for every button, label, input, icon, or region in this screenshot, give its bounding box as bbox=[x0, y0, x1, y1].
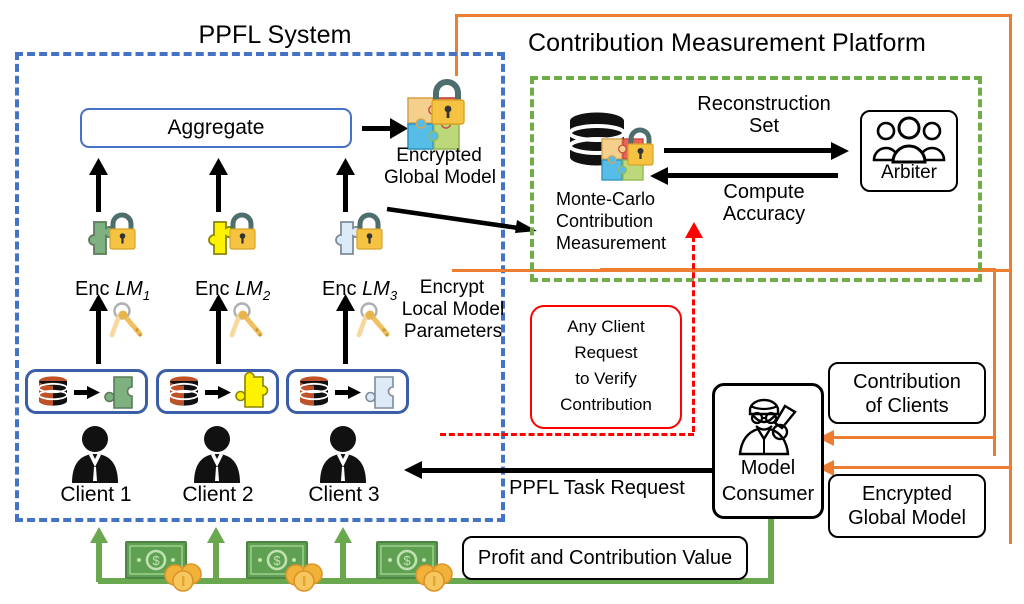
diagram-canvas: $ $ $ PPFL System Aggregate Encrypted Gl… bbox=[0, 0, 1024, 604]
puzzle-piece-icon-client-3 bbox=[365, 376, 394, 409]
key-icon-2 bbox=[229, 302, 263, 338]
enc-lm-2-model: LM bbox=[235, 278, 263, 300]
key-icon-3 bbox=[356, 302, 390, 338]
verify-request-line-4: Contribution bbox=[560, 395, 652, 414]
enc-lm-3-model: LM bbox=[362, 278, 390, 300]
client-1-label: Client 1 bbox=[60, 483, 132, 506]
compute-accuracy-label-line1: Compute bbox=[723, 181, 805, 203]
green-money-riser-3 bbox=[340, 540, 346, 582]
mcm-label-line1: Monte-Carlo bbox=[556, 189, 656, 209]
client2-to-enclm-arrowhead bbox=[209, 294, 228, 311]
green-arrowhead-2 bbox=[207, 527, 225, 543]
platform-title: Contribution Measurement Platform bbox=[528, 29, 926, 57]
enc-lm-1-model: LM bbox=[115, 278, 143, 300]
arbiter-label: Arbiter bbox=[881, 162, 937, 183]
encrypt-note-line3: Parameters bbox=[403, 321, 503, 342]
person-icon-client-1 bbox=[72, 426, 118, 483]
arrow-icon-client-2 bbox=[205, 386, 231, 399]
client1-to-enclm-arrowhead bbox=[89, 294, 108, 311]
encm2-to-aggregate-arrowhead bbox=[209, 158, 228, 175]
encrypted-global-model-box-line1: Encrypted bbox=[861, 483, 953, 505]
reconstruction-set-arrowhead bbox=[831, 142, 849, 160]
coins-icon-3 bbox=[415, 563, 453, 592]
database-icon-client-3 bbox=[299, 376, 329, 406]
ppfl-system-title: PPFL System bbox=[198, 21, 352, 49]
person-icon-client-2 bbox=[194, 426, 240, 483]
red-verify-arrowhead bbox=[685, 222, 703, 238]
puzzle-piece-icon-client-2 bbox=[235, 371, 269, 408]
mcm-label-line3: Measurement bbox=[556, 233, 667, 253]
lock-icon-mcm bbox=[627, 127, 654, 166]
encm2-to-aggregate-line bbox=[216, 172, 221, 212]
encm3-to-aggregate-arrowhead bbox=[336, 158, 355, 175]
database-icon-client-1 bbox=[38, 376, 68, 406]
enc-lm-2-index: 2 bbox=[262, 288, 271, 303]
profit-contribution-value-label: Profit and Contribution Value bbox=[477, 546, 733, 569]
orange-loop-inner-vertical bbox=[993, 268, 996, 456]
encrypt-note-line1: Encrypt bbox=[419, 277, 485, 298]
client3-to-enclm-arrowhead bbox=[336, 294, 355, 311]
green-money-riser-2 bbox=[213, 540, 219, 582]
orange-arrow-contribution-line bbox=[828, 436, 996, 439]
contribution-of-clients-line1: Contribution bbox=[853, 371, 961, 393]
encrypt-note-line2: Local Model bbox=[401, 299, 505, 320]
coins-icon-1 bbox=[164, 563, 202, 592]
green-arrowhead-1 bbox=[90, 527, 108, 543]
client1-to-enclm-line bbox=[96, 308, 101, 364]
svg-text:$: $ bbox=[403, 553, 411, 568]
model-consumer-label-line2: Consumer bbox=[721, 483, 815, 505]
red-verify-horizontal-line bbox=[440, 433, 694, 436]
encm3-to-aggregate-line bbox=[343, 172, 348, 212]
svg-text:$: $ bbox=[273, 553, 281, 568]
ppfl-task-request-label: PPFL Task Request bbox=[509, 477, 685, 499]
aggregate-box[interactable]: Aggregate bbox=[80, 108, 352, 148]
lock-icon-enc-lm-1 bbox=[109, 212, 136, 250]
puzzle-piece-icon-client-1 bbox=[104, 376, 133, 409]
scientist-icon bbox=[738, 398, 797, 456]
encm1-to-aggregate-arrowhead bbox=[89, 158, 108, 175]
key-icon-1 bbox=[109, 302, 143, 338]
client3-to-enclm-line bbox=[343, 308, 348, 364]
encm1-to-aggregate-line bbox=[96, 172, 101, 212]
orange-arrow-globalmodel-line bbox=[828, 466, 1012, 469]
green-arrowhead-3 bbox=[334, 527, 352, 543]
lock-icon-enc-lm-2 bbox=[229, 212, 256, 250]
arrow-icon-client-1 bbox=[74, 386, 100, 399]
verify-request-line-1: Any Client bbox=[567, 317, 645, 336]
client-3-label: Client 3 bbox=[308, 483, 380, 506]
database-icon-client-2 bbox=[169, 376, 199, 406]
compute-accuracy-arrow-line bbox=[666, 173, 838, 178]
contribution-of-clients-line2: of Clients bbox=[865, 395, 949, 417]
client-2-label: Client 2 bbox=[182, 483, 254, 506]
enc-lm-1-index: 1 bbox=[142, 288, 151, 303]
mcm-label-line2: Contribution bbox=[556, 211, 654, 231]
reconstruction-set-label-line1: Reconstruction bbox=[697, 93, 831, 115]
reconstruction-set-label-line2: Set bbox=[748, 115, 780, 137]
verify-request-line-3: to Verify bbox=[575, 369, 637, 388]
ppfl-task-request-arrowhead bbox=[404, 461, 422, 479]
client2-to-enclm-line bbox=[216, 308, 221, 364]
profit-contribution-value-box[interactable]: Profit and Contribution Value bbox=[462, 536, 748, 580]
ppfl-task-request-arrow-line bbox=[420, 468, 712, 473]
green-money-riser-1 bbox=[96, 540, 102, 582]
encrypted-global-model-box-line2: Global Model bbox=[848, 507, 966, 529]
green-money-riser-right bbox=[768, 518, 774, 582]
people-group-icon-arbiter bbox=[872, 116, 946, 164]
arrow-icon-client-3 bbox=[335, 386, 361, 399]
aggregate-label: Aggregate bbox=[167, 116, 265, 139]
model-consumer-label-line1: Model bbox=[740, 457, 796, 479]
reconstruction-set-arrow-line bbox=[664, 148, 836, 153]
coins-icon-2 bbox=[285, 563, 323, 592]
lock-icon-enc-lm-3 bbox=[356, 212, 383, 250]
svg-text:$: $ bbox=[152, 553, 160, 568]
verify-request-line-2: Request bbox=[574, 343, 638, 362]
person-icon-client-3 bbox=[320, 426, 366, 483]
red-verify-vertical-line bbox=[692, 236, 695, 432]
